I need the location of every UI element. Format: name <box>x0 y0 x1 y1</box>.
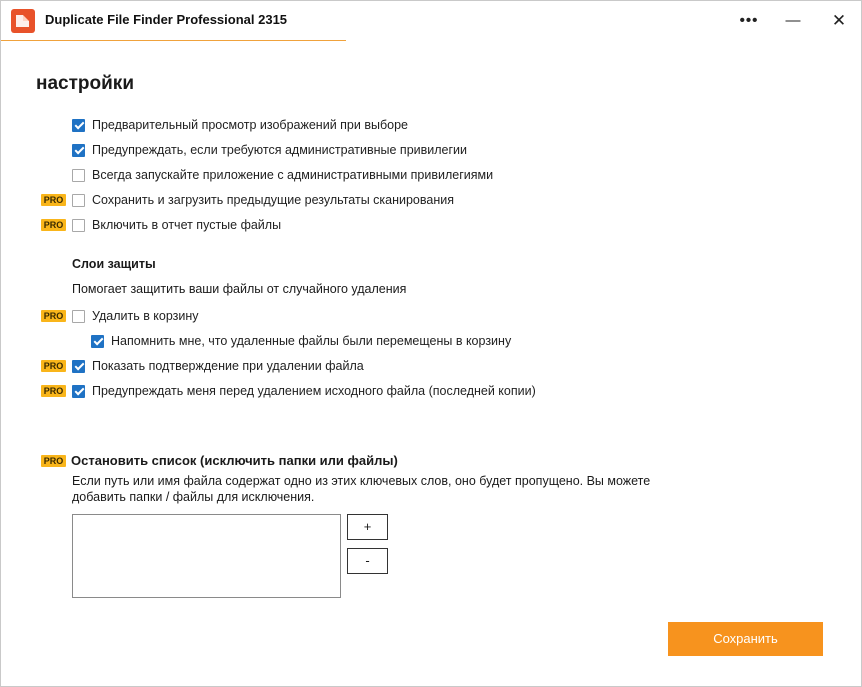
option-label: Предупреждать, если требуются администра… <box>92 143 468 157</box>
add-exclusion-button[interactable]: + <box>347 514 388 540</box>
option-label: Предварительный просмотр изображений при… <box>92 118 408 132</box>
settings-window: Duplicate File Finder Professional 2315 … <box>0 0 862 687</box>
title-bar: Duplicate File Finder Professional 2315 … <box>1 1 861 41</box>
option-save-load-results[interactable]: Сохранить и загрузить предыдущие результ… <box>72 190 454 210</box>
checkbox[interactable] <box>72 193 85 207</box>
stop-list-title: Остановить список (исключить папки или ф… <box>71 453 398 468</box>
option-empty-files[interactable]: Включить в отчет пустые файлы <box>72 215 281 235</box>
checkbox[interactable] <box>72 143 85 157</box>
checkbox[interactable] <box>72 118 85 132</box>
pro-badge: PRO <box>41 360 66 372</box>
option-label: Сохранить и загрузить предыдущие результ… <box>92 193 454 207</box>
option-run-as-admin[interactable]: Всегда запускайте приложение с администр… <box>72 165 493 185</box>
pro-badge: PRO <box>41 385 66 397</box>
checkbox[interactable] <box>72 359 85 373</box>
minimize-button[interactable]: — <box>771 5 815 37</box>
option-label: Всегда запускайте приложение с администр… <box>92 168 494 182</box>
option-remind-recycle[interactable]: Напомнить мне, что удаленные файлы были … <box>91 331 511 351</box>
title-underline <box>1 40 346 41</box>
remove-exclusion-button[interactable]: - <box>347 548 388 574</box>
app-logo-icon <box>11 9 35 33</box>
close-button[interactable]: ✕ <box>817 5 861 37</box>
save-button[interactable]: Сохранить <box>668 622 823 656</box>
page-title: настройки <box>36 73 134 94</box>
pro-badge: PRO <box>41 194 66 206</box>
option-label: Предупреждать меня перед удалением исход… <box>92 384 536 398</box>
option-label: Показать подтверждение при удалении файл… <box>92 359 364 373</box>
more-options-icon[interactable]: ••• <box>727 5 771 37</box>
checkbox[interactable] <box>72 384 85 398</box>
option-label: Удалить в корзину <box>92 309 199 323</box>
checkbox[interactable] <box>72 309 85 323</box>
checkbox[interactable] <box>91 334 104 348</box>
option-label: Напомнить мне, что удаленные файлы были … <box>111 334 512 348</box>
option-label: Включить в отчет пустые файлы <box>92 218 282 232</box>
pro-badge: PRO <box>41 455 66 467</box>
protection-description: Помогает защитить ваши файлы от случайно… <box>72 282 407 296</box>
pro-badge: PRO <box>41 310 66 322</box>
stop-list-description: Если путь или имя файла содержат одно из… <box>72 474 651 504</box>
option-warn-admin[interactable]: Предупреждать, если требуются администра… <box>72 140 467 160</box>
checkbox[interactable] <box>72 218 85 232</box>
pro-badge: PRO <box>41 219 66 231</box>
window-title: Duplicate File Finder Professional 2315 <box>45 12 288 27</box>
protection-title: Слои защиты <box>72 257 156 271</box>
option-confirm-delete[interactable]: Показать подтверждение при удалении файл… <box>72 356 364 376</box>
option-delete-to-recycle[interactable]: Удалить в корзину <box>72 306 199 326</box>
option-warn-last-copy[interactable]: Предупреждать меня перед удалением исход… <box>72 381 536 401</box>
option-preview-images[interactable]: Предварительный просмотр изображений при… <box>72 115 408 135</box>
stop-list-box[interactable] <box>72 514 341 598</box>
checkbox[interactable] <box>72 168 85 182</box>
